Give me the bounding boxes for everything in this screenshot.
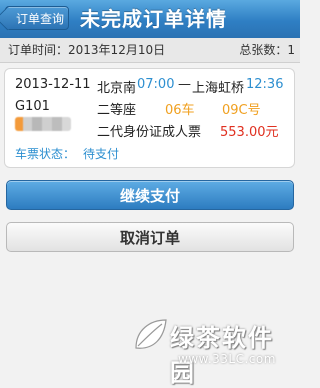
back-to-order-query-button[interactable]: 订单查询 [5, 6, 69, 30]
arrival-time: 12:36 [246, 77, 284, 92]
order-summary-bar: 订单时间：2013年12月10日 总张数：1 [0, 38, 300, 63]
departure-time: 07:00 [137, 77, 175, 92]
ticket-price: 553.00元 [220, 125, 279, 140]
watermark: 绿茶软件园 www.33LC.com [130, 316, 298, 387]
total-tickets: 总张数：1 [239, 38, 295, 62]
seat-class: 二等座 [97, 103, 137, 118]
order-time-value: 2013年12月10日 [68, 43, 166, 57]
train-number: G101 [15, 99, 50, 114]
ticket-status-label: 车票状态： [15, 147, 76, 161]
departure-station: 北京南 [97, 81, 137, 96]
back-button-label: 订单查询 [15, 12, 64, 26]
ticket-status-value: 待支付 [83, 147, 120, 161]
passenger-ticket-type: 二代身份证成人票 [97, 125, 202, 140]
seat-number: 09C号 [222, 103, 261, 118]
leaf-logo-icon [135, 319, 167, 349]
travel-date: 2013-12-11 [15, 77, 91, 92]
car-number: 06车 [165, 103, 195, 118]
total-count-value: 1 [287, 43, 295, 57]
page-title: 未完成订单详情 [80, 7, 227, 31]
watermark-url: www.33LC.com [178, 352, 276, 366]
continue-payment-button[interactable]: 继续支付 [6, 180, 294, 210]
cancel-order-button[interactable]: 取消订单 [6, 222, 294, 252]
route-separator: — [178, 77, 191, 92]
total-count-label: 总张数： [239, 43, 288, 57]
order-time: 订单时间：2013年12月10日 [8, 38, 165, 62]
ticket-card[interactable]: 2013-12-11 北京南 07:00 — 上海虹桥 12:36 G101 二… [4, 68, 295, 168]
arrival-station: 上海虹桥 [192, 81, 245, 96]
order-time-label: 订单时间： [8, 43, 69, 57]
passenger-name-redacted [15, 117, 71, 131]
top-nav-bar: 订单查询 未完成订单详情 [0, 0, 300, 39]
